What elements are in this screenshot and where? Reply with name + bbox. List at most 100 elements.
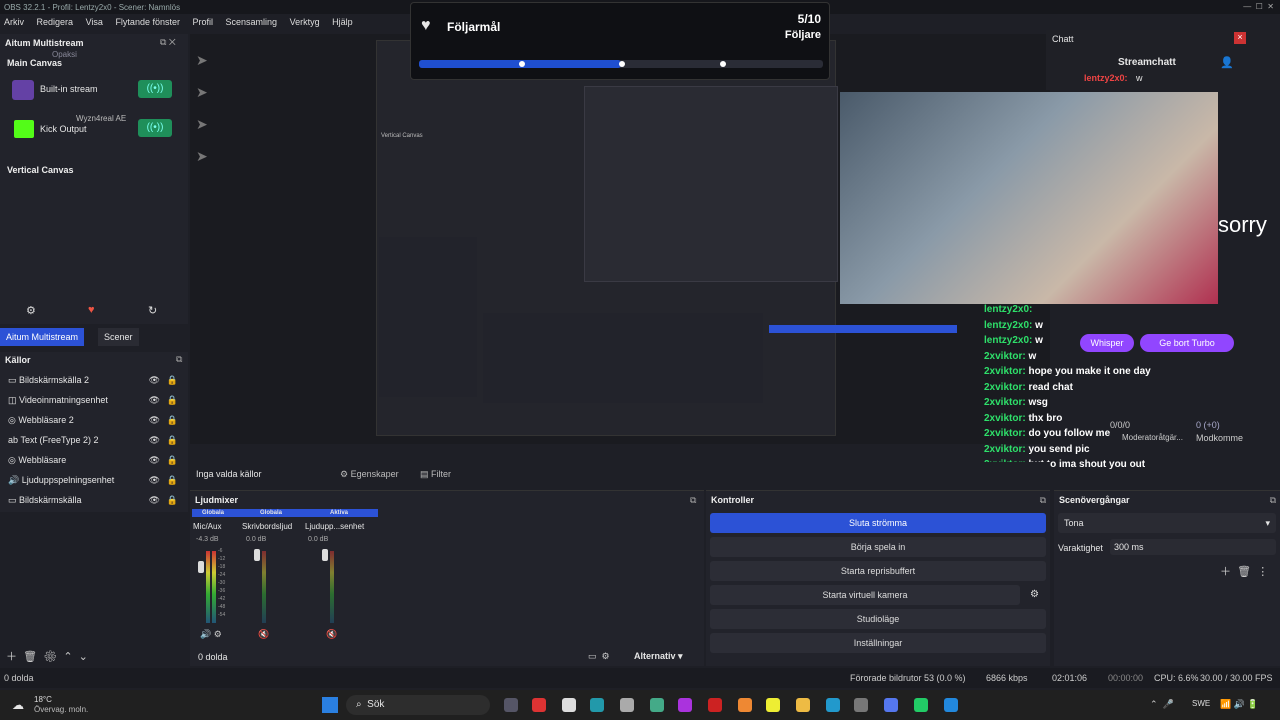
properties-button[interactable]: ⚙ Egenskaper bbox=[340, 469, 399, 480]
volume-slider[interactable] bbox=[254, 549, 260, 561]
app-icon[interactable] bbox=[590, 698, 604, 712]
whatsapp-icon[interactable] bbox=[914, 698, 928, 712]
gift-turbo-button[interactable]: Ge bort Turbo bbox=[1140, 334, 1234, 352]
mute-icon[interactable]: 🔊 ⚙ bbox=[200, 629, 222, 640]
lock-icon[interactable]: 🔒 bbox=[167, 375, 178, 386]
tab-aitum-multistream[interactable]: Aitum Multistream bbox=[0, 328, 85, 346]
menu-item-profil[interactable]: Profil bbox=[193, 17, 214, 27]
duration-input[interactable]: 300 ms bbox=[1110, 539, 1276, 555]
mod-comment[interactable]: Modkomme bbox=[1196, 433, 1243, 443]
output-toggle-2[interactable]: ((•)) bbox=[138, 119, 172, 137]
source-item[interactable]: ab Text (FreeType 2) 2 👁 🔒 bbox=[0, 430, 188, 450]
close-icon[interactable]: × bbox=[1234, 32, 1246, 44]
dock-float-icon[interactable]: ⧉ bbox=[1270, 495, 1276, 506]
gear-icon[interactable]: ⚙ bbox=[43, 651, 57, 663]
edge-icon[interactable] bbox=[826, 698, 840, 712]
app-icon[interactable] bbox=[766, 698, 780, 712]
eye-icon[interactable]: 👁 bbox=[149, 475, 160, 486]
dock-float-icon[interactable]: ⧉ bbox=[176, 354, 182, 365]
window-controls[interactable]: — ☐ ✕ bbox=[1243, 2, 1274, 11]
taskbar-search[interactable]: ⌕ Sök bbox=[346, 695, 490, 715]
tab-scener[interactable]: Scener bbox=[98, 328, 139, 346]
eye-icon[interactable]: 👁 bbox=[149, 455, 160, 466]
settings-button[interactable]: Inställningar bbox=[710, 633, 1046, 653]
eye-icon[interactable]: 👁 bbox=[149, 375, 160, 386]
language-indicator[interactable]: SWE bbox=[1192, 699, 1210, 708]
app-icon[interactable] bbox=[678, 698, 692, 712]
folder-icon[interactable] bbox=[796, 698, 810, 712]
app-icon[interactable] bbox=[562, 698, 576, 712]
up-icon[interactable]: ⌃ bbox=[63, 651, 72, 663]
source-item[interactable]: ◎ Webbläsare 👁 🔒 bbox=[0, 450, 188, 470]
moderator-actions[interactable]: Moderatoråtgär... bbox=[1122, 433, 1183, 442]
start-recording-button[interactable]: Börja spela in bbox=[710, 537, 1046, 557]
down-icon[interactable]: ⌄ bbox=[79, 651, 88, 663]
transition-toolbar[interactable]: ＋ 🗑 ⋮ bbox=[1220, 563, 1268, 579]
obs-icon[interactable] bbox=[854, 698, 868, 712]
system-tray-icons[interactable]: 📶 🔊 🔋 bbox=[1220, 699, 1259, 710]
lock-icon[interactable]: 🔒 bbox=[167, 475, 178, 486]
taskview-icon[interactable] bbox=[504, 698, 518, 712]
lock-icon[interactable]: 🔒 bbox=[167, 415, 178, 426]
chat-line: 2xviktor: hope you make it one day bbox=[984, 366, 1151, 377]
source-item[interactable]: ◎ Webbläsare 2 👁 🔒 bbox=[0, 410, 188, 430]
dock-close-icon[interactable]: ⧉ ✕ bbox=[160, 37, 176, 48]
source-item[interactable]: ▭ Bildskärmskälla 2 👁 🔒 bbox=[0, 370, 188, 390]
eye-icon[interactable]: 👁 bbox=[149, 435, 160, 446]
add-icon[interactable]: ＋ bbox=[6, 651, 17, 663]
app-icon[interactable] bbox=[620, 698, 634, 712]
menu-item-flytande[interactable]: Flytande fönster bbox=[115, 17, 180, 27]
lock-icon[interactable]: 🔒 bbox=[167, 395, 178, 406]
volume-slider[interactable] bbox=[198, 561, 204, 573]
lock-icon[interactable]: 🔒 bbox=[167, 455, 178, 466]
menu-item-verktyg[interactable]: Verktyg bbox=[290, 17, 320, 27]
eye-icon[interactable]: 👁 bbox=[149, 495, 160, 506]
users-icon[interactable]: 👤 bbox=[1220, 56, 1234, 69]
start-button-icon[interactable] bbox=[322, 697, 338, 713]
app-icon[interactable] bbox=[532, 698, 546, 712]
whisper-button[interactable]: Whisper bbox=[1080, 334, 1134, 352]
studio-mode-button[interactable]: Studioläge bbox=[710, 609, 1046, 629]
settings-gear-icon[interactable]: ⚙ bbox=[26, 304, 36, 317]
lock-icon[interactable]: 🔒 bbox=[167, 495, 178, 506]
refresh-icon[interactable]: ↻ bbox=[148, 304, 157, 317]
mixer-menu-icons[interactable]: ▭ ⚙ bbox=[588, 651, 610, 662]
start-replay-buffer-button[interactable]: Starta reprisbuffert bbox=[710, 561, 1046, 581]
discord-icon[interactable] bbox=[884, 698, 898, 712]
dock-float-icon[interactable]: ⧉ bbox=[1040, 495, 1046, 506]
output-sub-2: Wyzn4real AE bbox=[76, 114, 127, 123]
weather-desc: Övervag. moln. bbox=[34, 705, 89, 714]
filter-icon: ▤ bbox=[420, 469, 432, 479]
muted-icon[interactable]: 🔇 bbox=[258, 629, 269, 640]
volume-slider[interactable] bbox=[322, 549, 328, 561]
eye-icon[interactable]: 👁 bbox=[149, 395, 160, 406]
mixer-options-button[interactable]: Alternativ ▾ bbox=[634, 651, 683, 662]
sources-title: Källor bbox=[5, 355, 31, 365]
eye-icon[interactable]: 👁 bbox=[149, 415, 160, 426]
menu-item-scensamling[interactable]: Scensamling bbox=[226, 17, 278, 27]
stop-streaming-button[interactable]: Sluta strömma bbox=[710, 513, 1046, 533]
lock-icon[interactable]: 🔒 bbox=[167, 435, 178, 446]
gear-icon[interactable]: ⚙ bbox=[1030, 589, 1039, 600]
app-icon[interactable] bbox=[944, 698, 958, 712]
app-icon[interactable] bbox=[708, 698, 722, 712]
transition-select[interactable]: Tona ▾ bbox=[1058, 513, 1276, 533]
muted-icon[interactable]: 🔇 bbox=[326, 629, 337, 640]
dock-float-icon[interactable]: ⧉ bbox=[690, 495, 696, 506]
multistream-dock: Aitum Multistream ⧉ ✕ Main Canvas Opaksi… bbox=[0, 34, 188, 324]
source-item[interactable]: 🔊 Ljuduppspelningsenhet 👁 🔒 bbox=[0, 470, 188, 490]
source-item[interactable]: ▭ Bildskärmskälla 👁 🔒 bbox=[0, 490, 188, 510]
menu-item-redigera[interactable]: Redigera bbox=[37, 17, 74, 27]
filters-button[interactable]: ▤ Filter bbox=[420, 469, 451, 480]
app-icon[interactable] bbox=[738, 698, 752, 712]
menu-item-visa[interactable]: Visa bbox=[86, 17, 103, 27]
menu-item-hjalp[interactable]: Hjälp bbox=[332, 17, 353, 27]
chrome-icon[interactable] bbox=[650, 698, 664, 712]
start-virtual-camera-button[interactable]: Starta virtuell kamera bbox=[710, 585, 1020, 605]
tray-icons[interactable]: ⌃ 🎤 bbox=[1150, 699, 1174, 710]
source-item[interactable]: ◫ Videoinmatningsenhet 👁 🔒 bbox=[0, 390, 188, 410]
heart-icon[interactable]: ♥ bbox=[88, 304, 95, 316]
menu-item-arkiv[interactable]: Arkiv bbox=[4, 17, 24, 27]
trash-icon[interactable]: 🗑 bbox=[23, 651, 37, 663]
output-toggle-1[interactable]: ((•)) bbox=[138, 80, 172, 98]
